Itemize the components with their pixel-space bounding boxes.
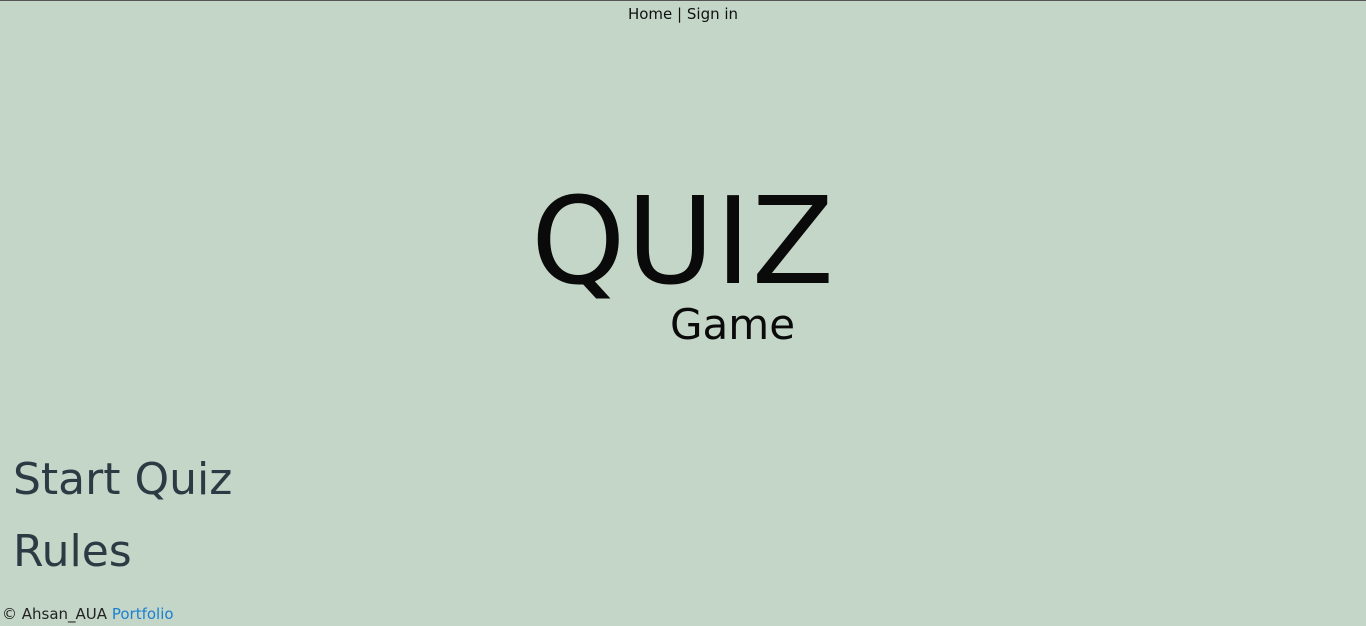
footer-copyright: © Ahsan_AUA: [2, 605, 108, 623]
portfolio-link[interactable]: Portfolio: [112, 605, 174, 623]
hero-subtitle: Game: [670, 300, 796, 349]
top-nav: Home | Sign in: [0, 5, 1366, 23]
top-border: [0, 0, 1366, 1]
footer: © Ahsan_AUA Portfolio: [2, 605, 174, 623]
nav-home-link[interactable]: Home: [628, 5, 672, 23]
hero-title: QUIZ: [531, 173, 835, 312]
start-quiz-link[interactable]: Start Quiz: [13, 452, 232, 508]
main-menu: Start Quiz Rules: [13, 452, 232, 596]
nav-separator: |: [677, 5, 683, 23]
nav-sign-in-link[interactable]: Sign in: [687, 5, 738, 23]
rules-link[interactable]: Rules: [13, 524, 232, 580]
